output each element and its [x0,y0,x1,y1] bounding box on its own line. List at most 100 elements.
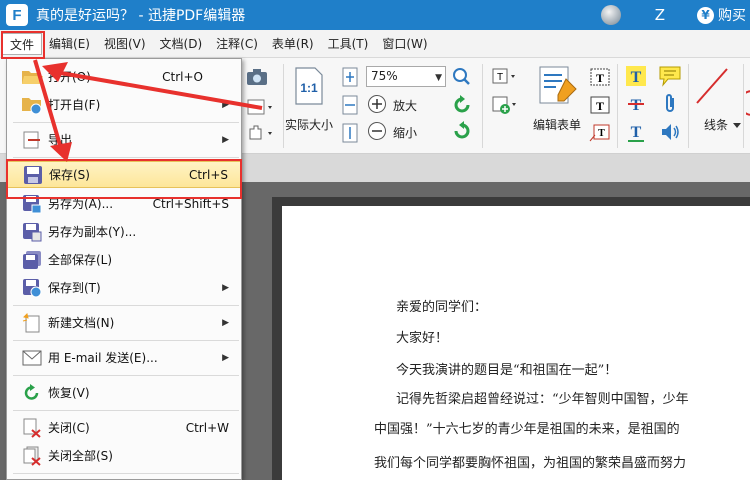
file-menu-close[interactable]: 关闭(C) Ctrl+W [7,414,241,441]
user-account-button[interactable]: Z [655,6,665,24]
file-menu-new-document-label: 新建文档(N) [48,316,115,330]
rotate-right-icon[interactable] [451,120,473,142]
edit-form-label[interactable]: 编辑表单 [533,116,581,133]
menu-bar: 文件 编辑(E) 视图(V) 文档(D) 注释(C) 表单(R) 工具(T) 窗… [0,30,750,58]
file-menu-open-from[interactable]: 打开自(F) ▶ [7,91,241,118]
svg-text:T: T [598,128,605,139]
file-menu-save-to-label: 保存到(T) [48,281,101,295]
menu-window[interactable]: 窗口(W) [375,33,434,55]
svg-text:T: T [596,71,604,85]
menu-document[interactable]: 文档(D) [153,33,210,55]
document-text-line: 中国强！”十六七岁的青少年是祖国的未来，是祖国的 [374,422,680,437]
menu-comment[interactable]: 注释(C) [209,33,265,55]
moon-icon[interactable] [600,5,621,25]
save-to-icon [21,277,43,299]
document-text-line: 今天我演讲的题目是“和祖国在一起”！ [396,363,618,378]
chevron-right-icon: ▶ [222,99,229,110]
highlight-text-icon[interactable]: T [624,64,648,88]
file-menu-new-document[interactable]: 新建文档(N) ▶ [7,309,241,336]
add-field-tool-icon[interactable] [490,94,520,116]
file-menu-close-shortcut: Ctrl+W [185,420,229,435]
file-menu-save-all-label: 全部保存(L) [48,253,113,267]
file-menu-dropdown: 打开(O) Ctrl+O 打开自(F) ▶ 导出 ▶ 保存(S) Ctrl+S … [6,58,242,480]
close-all-icon [21,445,43,467]
file-menu-restore-label: 恢复(V) [48,386,90,400]
shape-tool-icon[interactable] [744,88,750,118]
attachment-icon[interactable] [657,92,683,116]
app-logo-icon: F [6,4,28,26]
note-icon[interactable] [657,64,683,88]
document-text-line: 我们每个同学都要胸怀祖国，为祖国的繁荣昌盛而努力 [374,456,687,471]
file-menu-export-label: 导出 [48,133,73,147]
rotate-left-icon[interactable] [451,94,473,116]
fit-width-icon[interactable] [340,94,360,116]
actual-size-label[interactable]: 实际大小 [285,116,333,133]
chevron-right-icon: ▶ [222,352,229,363]
window-title: 真的是好运吗？ - 迅捷PDF编辑器 [36,8,246,24]
title-bar-right: Z ¥ 购买 [600,0,750,30]
file-menu-restore[interactable]: 恢复(V) [7,379,241,406]
file-menu-highlight-box [1,31,45,59]
menu-view[interactable]: 视图(V) [97,33,153,55]
svg-text:T: T [631,124,642,141]
zoom-out-label[interactable]: 缩小 [393,124,417,141]
zoom-out-icon[interactable] [366,120,388,142]
hand-tool-icon[interactable] [244,122,278,144]
chevron-down-icon: ▼ [435,73,442,83]
file-menu-email-label: 用 E-mail 发送(E)... [48,351,158,365]
document-text-line: 记得先哲梁启超曾经说过：“少年智则中国智，少年 [396,392,689,407]
menu-form[interactable]: 表单(R) [265,33,321,55]
file-menu-save-copy[interactable]: 另存为副本(Y)... [7,218,241,245]
sound-icon[interactable] [657,120,683,144]
zoom-in-label[interactable]: 放大 [393,97,417,114]
document-text-line: 大家好！ [396,331,449,346]
file-menu-close-all[interactable]: 关闭全部(S) [7,442,241,469]
folder-globe-icon [21,94,43,116]
callout-icon[interactable]: T [588,122,612,144]
lines-dropdown-icon[interactable] [731,118,743,132]
line-tool-icon[interactable] [692,64,732,108]
save-highlight-box [6,159,242,199]
file-menu-open[interactable]: 打开(O) Ctrl+O [7,63,241,90]
chevron-right-icon: ▶ [222,317,229,328]
fit-page-icon[interactable] [340,66,360,88]
menu-tools[interactable]: 工具(T) [321,33,376,55]
new-document-icon [21,312,43,334]
fit-visible-icon[interactable] [340,122,360,144]
document-page[interactable]: 亲爱的同学们： 大家好！ 今天我演讲的题目是“和祖国在一起”！ 记得先哲梁启超曾… [282,206,750,480]
save-copy-icon [21,221,43,243]
title-bar: F 真的是好运吗？ - 迅捷PDF编辑器 Z ¥ 购买 [0,0,750,30]
camera-icon[interactable] [244,66,270,88]
text-field-tool-icon[interactable]: T [490,66,520,88]
svg-text:T: T [596,99,604,113]
file-menu-export[interactable]: 导出 ▶ [7,126,241,153]
yen-icon[interactable]: ¥ [697,6,714,24]
buy-button[interactable]: 购买 [718,5,746,25]
svg-text:T: T [497,72,503,83]
file-menu-save-to[interactable]: 保存到(T) ▶ [7,274,241,301]
folder-open-icon [21,66,43,88]
file-menu-email[interactable]: 用 E-mail 发送(E)... ▶ [7,344,241,371]
file-menu-close-all-label: 关闭全部(S) [48,449,113,463]
email-icon [21,347,43,369]
zoom-level-value: 75% [371,69,398,83]
chevron-right-icon: ▶ [222,282,229,293]
typewriter-icon[interactable]: T [588,66,612,88]
zoom-dropdown-icon[interactable] [451,66,475,88]
text-box-icon[interactable]: T [588,94,612,116]
lines-label[interactable]: 线条 [704,116,728,133]
zoom-in-icon[interactable] [366,93,388,115]
strikeout-text-icon[interactable]: T [624,92,648,116]
edit-form-icon[interactable] [534,64,582,108]
document-text-line: 亲爱的同学们： [396,300,488,315]
file-menu-save-all[interactable]: 全部保存(L) [7,246,241,273]
save-all-icon [21,249,43,271]
zoom-level-select[interactable]: 75% ▼ [366,66,446,87]
menu-edit[interactable]: 编辑(E) [42,33,97,55]
svg-text:T: T [631,97,642,114]
actual-size-icon[interactable]: 1:1 [292,66,326,106]
file-menu-save-copy-label: 另存为副本(Y)... [48,225,137,239]
file-menu-close-label: 关闭(C) [48,421,90,435]
select-tool-icon[interactable] [244,96,278,118]
underline-text-icon[interactable]: T [624,120,648,144]
